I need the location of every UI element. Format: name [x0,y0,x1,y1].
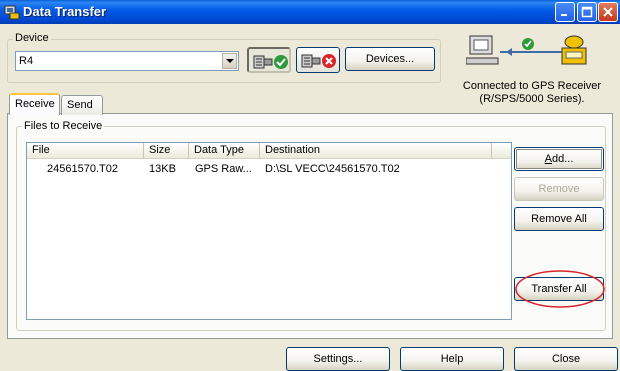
devices-button[interactable]: Devices... [345,47,435,71]
transfer-all-button[interactable]: Transfer All [514,277,604,301]
add-button-mnemonic: A [544,153,552,165]
window-title: Data Transfer [23,4,107,19]
cell-data-type: GPS Raw... [195,163,252,175]
remove-all-button[interactable]: Remove All [514,207,604,231]
files-group-label: Files to Receive [22,120,105,132]
data-transfer-window: Data Transfer Device R4 Devices... Conne… [0,0,620,371]
cell-size: 13KB [149,163,176,175]
column-header-destination[interactable]: Destination [260,143,492,159]
connection-status-icon [465,30,596,78]
device-select-value: R4 [19,55,34,67]
disconnect-button[interactable] [296,47,340,73]
table-row[interactable]: 24561570.T02 13KB GPS Raw... D:\SL VECC\… [27,163,511,177]
remove-button[interactable]: Remove [514,177,604,201]
footer-buttons: Settings... Help Close [0,345,620,371]
add-button[interactable]: Add... [514,147,604,171]
cell-destination: D:\SL VECC\24561570.T02 [265,163,400,175]
close-button[interactable]: Close [514,347,618,371]
settings-button[interactable]: Settings... [286,347,390,371]
device-select[interactable]: R4 [15,51,239,71]
column-header-data-type[interactable]: Data Type [189,143,260,159]
close-window-button[interactable] [598,2,618,22]
tab-receive[interactable]: Receive [9,93,60,115]
minimize-button[interactable] [555,2,575,22]
device-group-label: Device [13,32,51,44]
connection-status-line2: (R/SPS/5000 Series). [479,93,585,105]
files-list-header: File Size Data Type Destination [27,143,511,159]
files-list[interactable]: File Size Data Type Destination 24561570… [26,142,512,320]
chevron-down-icon[interactable] [222,53,237,69]
title-bar[interactable]: Data Transfer [0,0,620,24]
maximize-button[interactable] [577,2,597,22]
help-button[interactable]: Help [400,347,504,371]
connection-status-line1: Connected to GPS Receiver [462,80,602,92]
tab-send[interactable]: Send [61,95,103,115]
column-header-size[interactable]: Size [144,143,189,159]
connection-status: Connected to GPS Receiver (R/SPS/5000 Se… [452,80,612,106]
cell-file: 24561570.T02 [47,163,118,175]
column-header-file[interactable]: File [27,143,144,159]
connect-button[interactable] [247,47,291,73]
app-icon [4,4,20,20]
add-button-label: dd... [551,153,574,165]
